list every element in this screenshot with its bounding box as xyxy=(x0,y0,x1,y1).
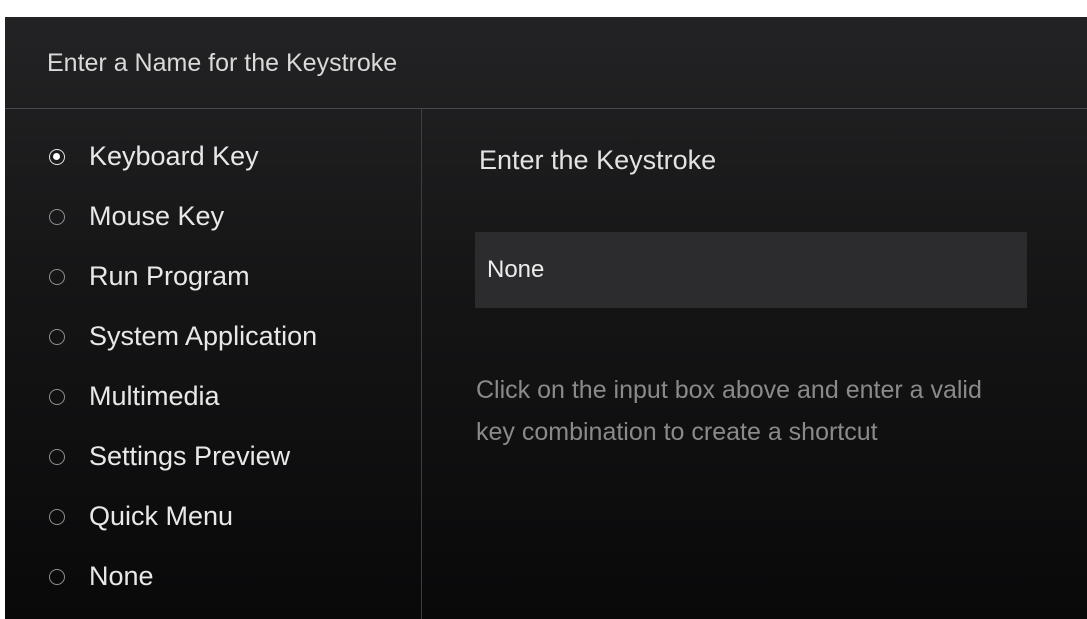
option-label: Mouse Key xyxy=(89,201,225,231)
keystroke-heading: Enter the Keystroke xyxy=(479,145,717,175)
option-settings-preview[interactable]: Settings Preview xyxy=(49,439,317,499)
option-multimedia[interactable]: Multimedia xyxy=(49,379,317,439)
option-label: None xyxy=(89,561,154,591)
radio-unselected-icon[interactable] xyxy=(49,209,65,225)
radio-unselected-icon[interactable] xyxy=(49,389,65,405)
radio-unselected-icon[interactable] xyxy=(49,509,65,525)
option-label: Multimedia xyxy=(89,381,220,411)
option-label: Settings Preview xyxy=(89,441,291,471)
option-label: Keyboard Key xyxy=(89,141,259,171)
radio-unselected-icon[interactable] xyxy=(49,269,65,285)
radio-unselected-icon[interactable] xyxy=(49,449,65,465)
dialog-title: Enter a Name for the Keystroke xyxy=(47,49,398,77)
option-label: Quick Menu xyxy=(89,501,234,531)
option-run-program[interactable]: Run Program xyxy=(49,259,317,319)
keystroke-input[interactable]: None xyxy=(475,232,1027,308)
option-label: Run Program xyxy=(89,261,250,291)
option-label: System Application xyxy=(89,321,318,351)
option-keyboard-key[interactable]: Keyboard Key xyxy=(49,139,317,199)
action-type-list: Keyboard Key Mouse Key Run Program Syste… xyxy=(49,139,317,619)
option-system-application[interactable]: System Application xyxy=(49,319,317,379)
option-none[interactable]: None xyxy=(49,559,317,619)
radio-unselected-icon[interactable] xyxy=(49,329,65,345)
dialog-header: Enter a Name for the Keystroke xyxy=(5,17,1087,109)
keystroke-dialog: Enter a Name for the Keystroke Keyboard … xyxy=(5,17,1087,619)
keystroke-hint: Click on the input box above and enter a… xyxy=(476,376,982,446)
radio-selected-icon[interactable] xyxy=(49,149,65,165)
radio-unselected-icon[interactable] xyxy=(49,569,65,585)
option-quick-menu[interactable]: Quick Menu xyxy=(49,499,317,559)
panel-divider xyxy=(421,109,422,619)
option-mouse-key[interactable]: Mouse Key xyxy=(49,199,317,259)
